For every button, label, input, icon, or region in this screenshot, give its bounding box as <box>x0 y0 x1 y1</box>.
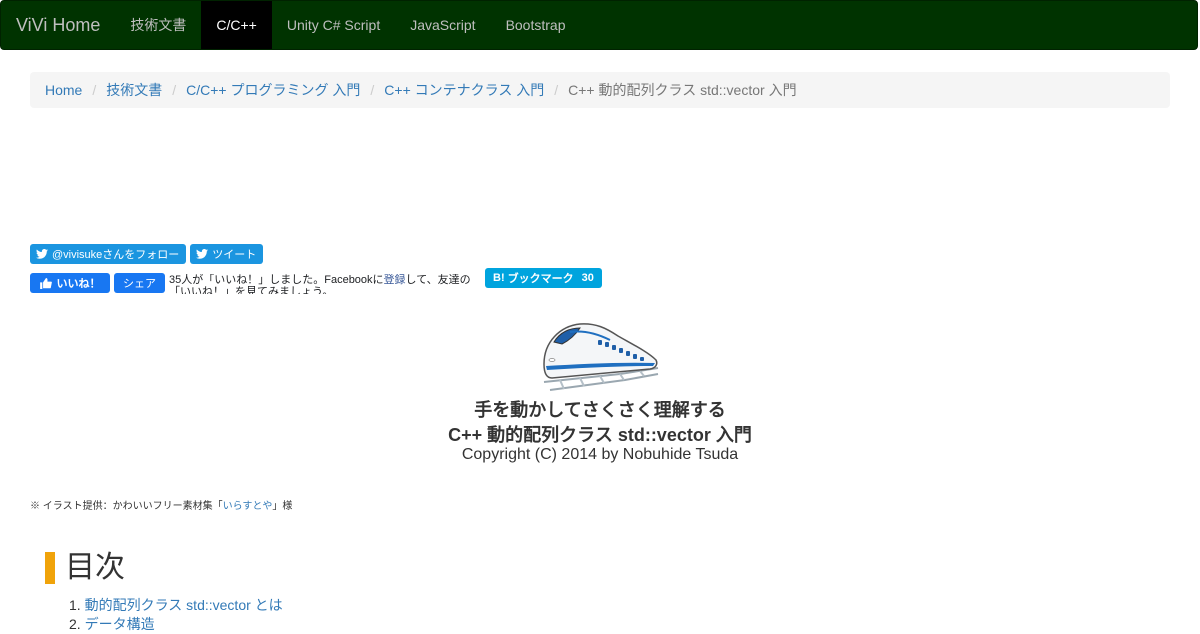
twitter-tweet-button[interactable]: ツイート <box>190 244 264 264</box>
irasutoya-link[interactable]: いらすとや <box>223 501 273 512</box>
hatena-bookmark-label: ブックマーク <box>507 273 574 285</box>
toc-item: 1. 動的配列クラス std::vector とは <box>69 596 283 615</box>
twitter-follow-button[interactable]: @vivisukeさんをフォロー <box>30 244 187 264</box>
twitter-bird-icon <box>196 249 209 259</box>
top-navbar: ViVi Home 技術文書 C/C++ Unity C# Script Jav… <box>0 0 1198 50</box>
nav-item-c-cpp[interactable]: C/C++ <box>201 1 272 49</box>
hatena-bookmark-button[interactable]: B! ブックマーク 30 <box>485 268 602 288</box>
hatena-b-icon: B! <box>493 272 505 284</box>
navbar-brand[interactable]: ViVi Home <box>1 1 115 49</box>
nav-item-javascript[interactable]: JavaScript <box>395 1 490 49</box>
breadcrumb-separator: / <box>370 82 375 98</box>
breadcrumb-current-page: C++ 動的配列クラス std::vector 入門 <box>568 82 797 98</box>
credit-prefix: ※ イラスト提供：かわいいフリー素材集「 <box>30 501 223 512</box>
facebook-text-before: 35人が「いいね！」しました。Facebookに <box>169 274 384 286</box>
hero-title-line1: 手を動かしてさくさく理解する <box>474 400 726 420</box>
facebook-like-count-text: 35人が「いいね！」しました。Facebookに登録して、友達の「いいね！」を見… <box>169 274 477 294</box>
twitter-tweet-label: ツイート <box>212 249 257 261</box>
credit-suffix: 」様 <box>272 501 293 512</box>
breadcrumb-separator: / <box>92 82 97 98</box>
shinkansen-train-illustration <box>543 323 659 391</box>
breadcrumb-separator: / <box>554 82 559 98</box>
thumbs-up-icon <box>39 277 52 289</box>
toc-link-vector-intro[interactable]: 動的配列クラス std::vector とは <box>85 597 283 613</box>
facebook-register-link[interactable]: 登録 <box>384 274 406 286</box>
nav-item-unity-csharp[interactable]: Unity C# Script <box>272 1 395 49</box>
hero-title-line2: C++ 動的配列クラス std::vector 入門 <box>448 425 752 445</box>
breadcrumb-cpp-programming[interactable]: C/C++ プログラミング 入門 <box>186 80 360 100</box>
illustration-credit: ※ イラスト提供：かわいいフリー素材集「いらすとや」様 <box>30 497 292 512</box>
hero-copyright: Copyright (C) 2014 by Nobuhide Tsuda <box>461 446 739 463</box>
toc-heading-accent-bar <box>45 552 55 584</box>
toc-item-number: 1. <box>69 597 81 613</box>
nav-item-bootstrap[interactable]: Bootstrap <box>491 1 581 49</box>
twitter-follow-label: @vivisukeさんをフォロー <box>52 249 180 261</box>
facebook-hatena-buttons: いいね！ シェア 35人が「いいね！」しました。Facebookに登録して、友達… <box>30 268 602 294</box>
breadcrumb-home[interactable]: Home <box>45 82 82 98</box>
twitter-bird-icon <box>36 249 48 259</box>
breadcrumb: Home / 技術文書 / C/C++ プログラミング 入門 / C++ コンテ… <box>30 72 1170 108</box>
toc-item: 2. データ構造 <box>69 615 283 634</box>
twitter-buttons: @vivisukeさんをフォロー ツイート <box>30 244 264 264</box>
breadcrumb-separator: / <box>172 82 177 98</box>
toc-list: 1. 動的配列クラス std::vector とは 2. データ構造 <box>69 596 283 634</box>
facebook-share-button[interactable]: シェア <box>114 273 165 293</box>
facebook-like-label: いいね！ <box>56 278 101 290</box>
nav-item-technical-docs[interactable]: 技術文書 <box>115 1 201 49</box>
hatena-bookmark-count: 30 <box>581 272 594 284</box>
breadcrumb-cpp-container[interactable]: C++ コンテナクラス 入門 <box>384 80 544 100</box>
breadcrumb-technical-docs[interactable]: 技術文書 <box>106 80 162 100</box>
toc-heading: 目次 <box>65 551 125 584</box>
facebook-like-button[interactable]: いいね！ <box>30 273 110 293</box>
